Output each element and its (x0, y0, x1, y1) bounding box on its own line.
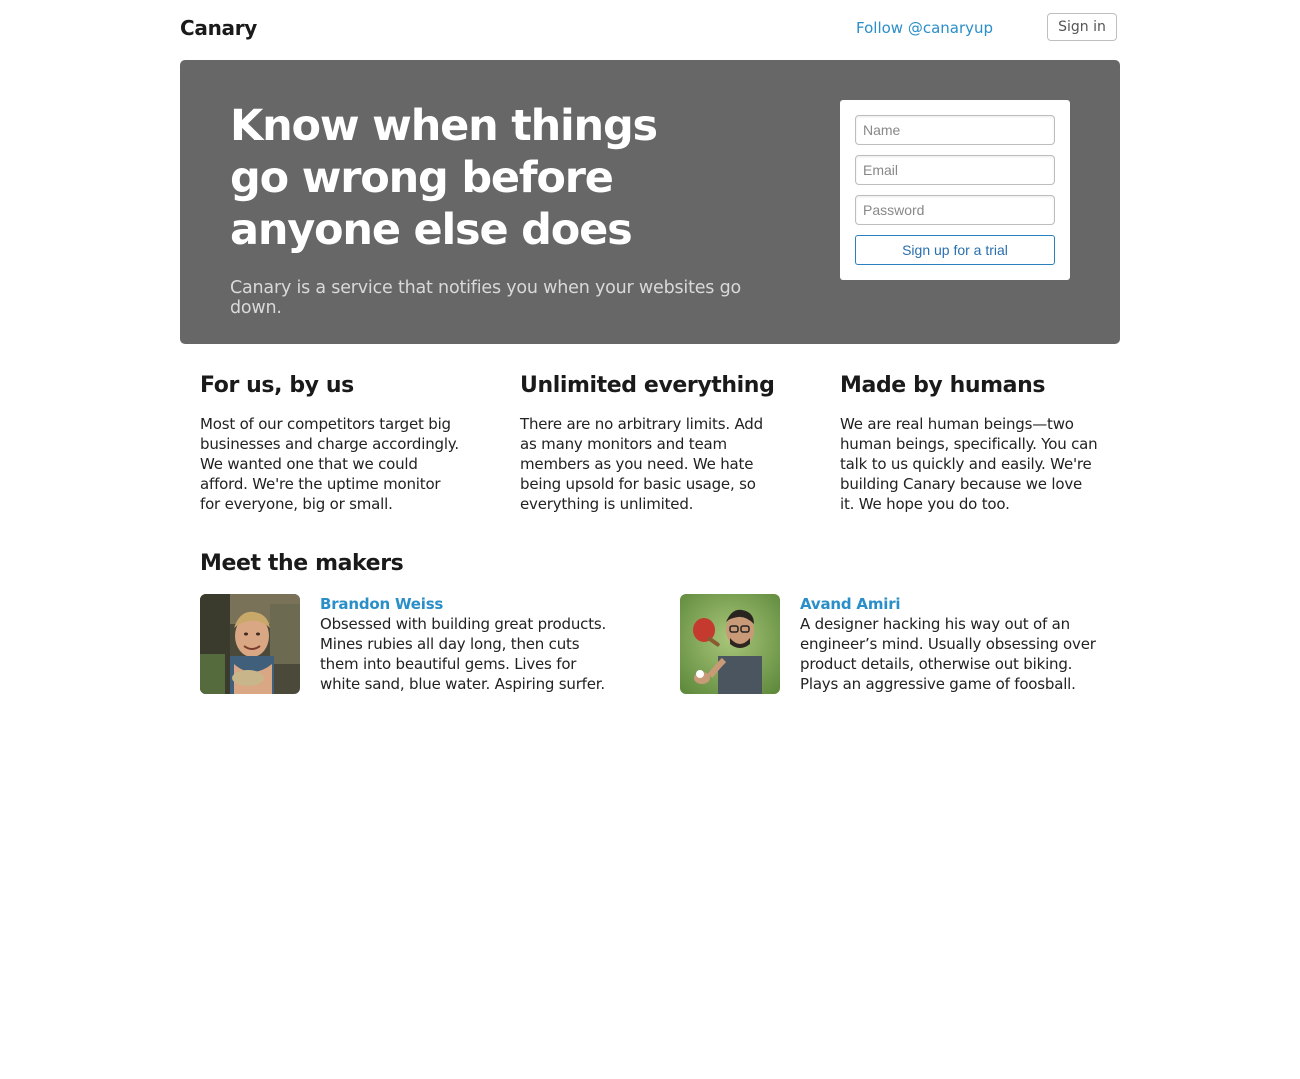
feature-body: Most of our competitors target big busin… (200, 415, 459, 513)
feature-title: Made by humans (840, 373, 1046, 398)
maker-bio: Obsessed with building great products. M… (320, 615, 607, 693)
page: Canary Follow @canaryup Sign in Know whe… (180, 0, 1120, 724)
hero-title: Know when things go wrong before anyone … (230, 101, 658, 255)
email-field[interactable] (855, 155, 1055, 185)
feature-for-us: For us, by us Most of our competitors ta… (200, 372, 460, 514)
sign-in-button[interactable]: Sign in (1047, 13, 1117, 41)
password-field[interactable] (855, 195, 1055, 225)
top-bar: Canary Follow @canaryup Sign in (180, 0, 1120, 60)
feature-body: We are real human beings—two human being… (840, 415, 1098, 513)
avatar (680, 594, 780, 694)
brand-logo[interactable]: Canary (180, 16, 257, 40)
signup-form: Sign up for a trial (840, 100, 1070, 280)
makers-title: Meet the makers (200, 551, 404, 576)
feature-unlimited: Unlimited everything There are no arbitr… (520, 372, 780, 514)
feature-title: Unlimited everything (520, 373, 775, 398)
hero-section: Know when things go wrong before anyone … (180, 60, 1120, 344)
maker-name-link[interactable]: Brandon Weiss (320, 594, 443, 614)
feature-body: There are no arbitrary limits. Add as ma… (520, 415, 763, 513)
signup-trial-button[interactable]: Sign up for a trial (855, 235, 1055, 265)
hero-subtitle: Canary is a service that notifies you wh… (230, 278, 741, 318)
avatar-photo-brandon (200, 594, 300, 694)
maker-name-link[interactable]: Avand Amiri (800, 594, 901, 614)
follow-twitter-link[interactable]: Follow @canaryup (856, 19, 993, 37)
avatar (200, 594, 300, 694)
maker-brandon: Brandon Weiss Obsessed with building gre… (200, 594, 640, 694)
feature-humans: Made by humans We are real human beings—… (840, 372, 1100, 514)
maker-bio: A designer hacking his way out of an eng… (800, 615, 1096, 693)
avatar-photo-avand (680, 594, 780, 694)
features-section: For us, by us Most of our competitors ta… (180, 344, 1120, 544)
maker-avand: Avand Amiri A designer hacking his way o… (680, 594, 1120, 694)
name-field[interactable] (855, 115, 1055, 145)
feature-title: For us, by us (200, 373, 354, 398)
makers-section: Meet the makers Brandon Weiss Obsessed w… (180, 544, 1120, 724)
